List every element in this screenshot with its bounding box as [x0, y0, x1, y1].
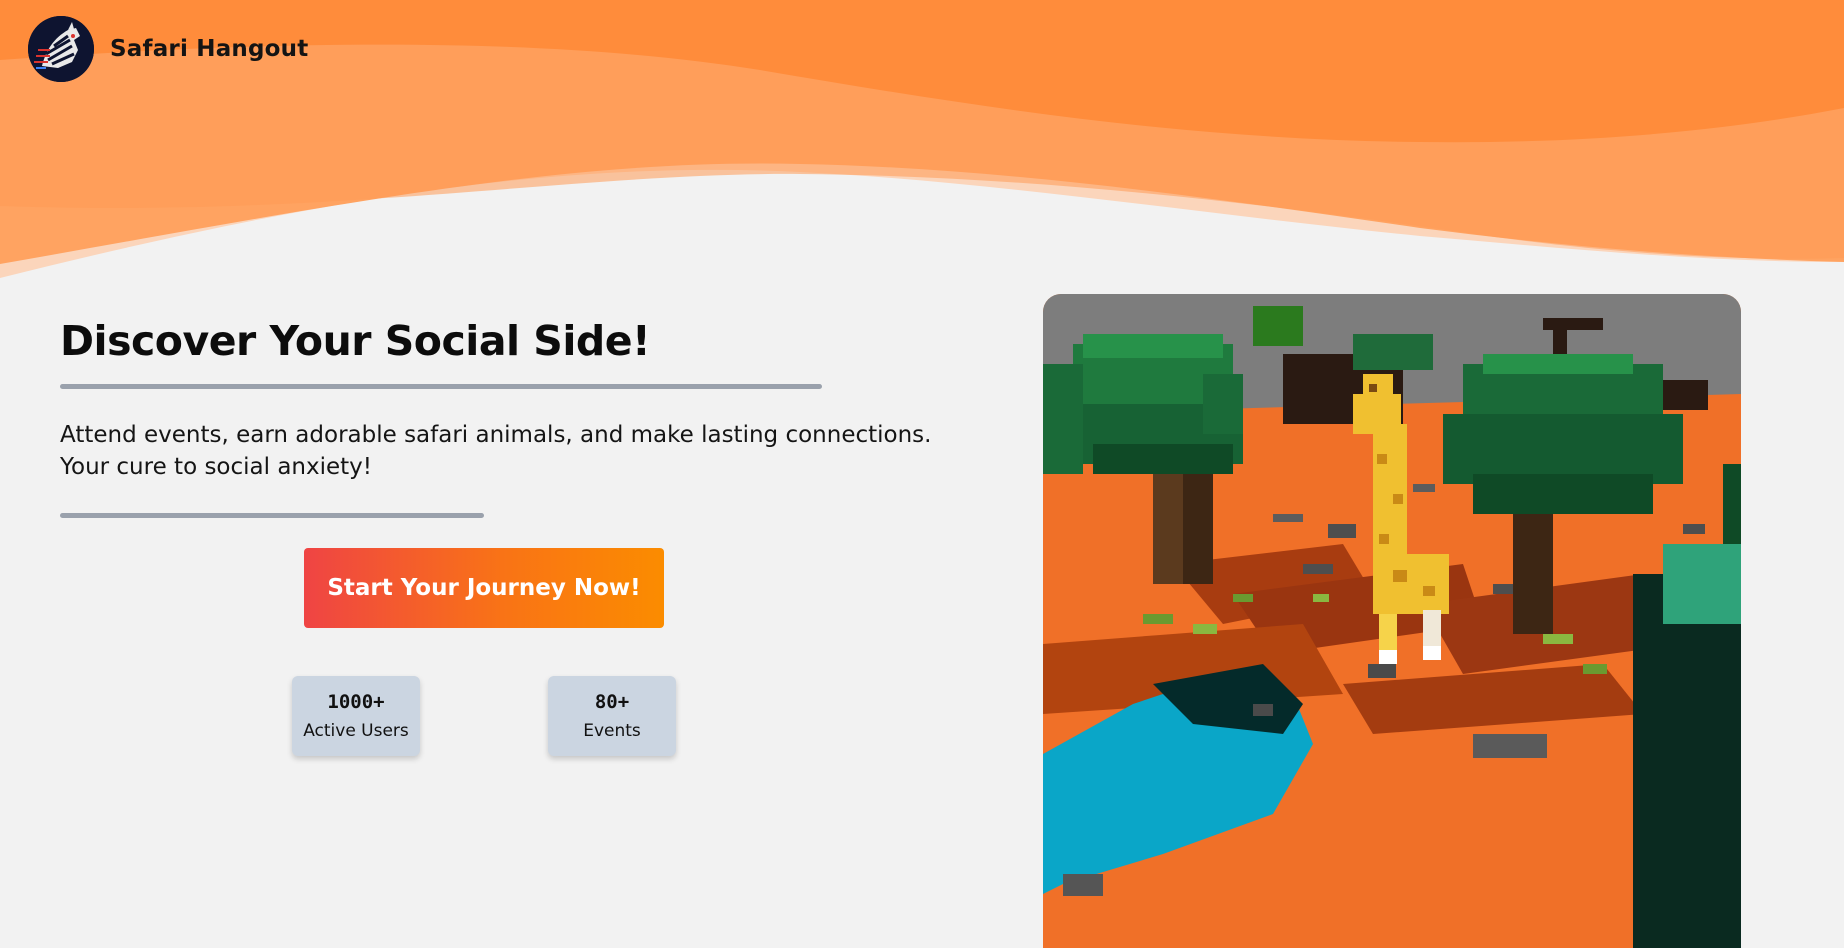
- hero-description-line-2: Your cure to social anxiety!: [60, 454, 373, 480]
- stat-value: 1000+: [327, 691, 385, 713]
- voxel-safari-giraffe-scene: [1043, 294, 1741, 948]
- title-divider: [60, 384, 822, 389]
- stat-label: Events: [583, 721, 641, 741]
- brand-name: Safari Hangout: [110, 36, 309, 62]
- description-divider: [60, 513, 484, 518]
- stat-card-active-users: 1000+ Active Users: [292, 676, 420, 756]
- hero-description: Attend events, earn adorable safari anim…: [60, 419, 960, 483]
- hero-description-line-1: Attend events, earn adorable safari anim…: [60, 422, 932, 448]
- stat-label: Active Users: [303, 721, 409, 741]
- stat-value: 80+: [594, 691, 630, 713]
- hero-title: Discover Your Social Side!: [60, 317, 651, 365]
- stat-card-events: 80+ Events: [548, 676, 676, 756]
- hero-section: Discover Your Social Side! Attend events…: [60, 312, 960, 518]
- safari-scene-image: [1043, 294, 1741, 948]
- brand-home-link[interactable]: Safari Hangout: [28, 16, 308, 82]
- zebra-logo-icon: [28, 16, 94, 82]
- start-journey-button[interactable]: Start Your Journey Now!: [304, 548, 664, 628]
